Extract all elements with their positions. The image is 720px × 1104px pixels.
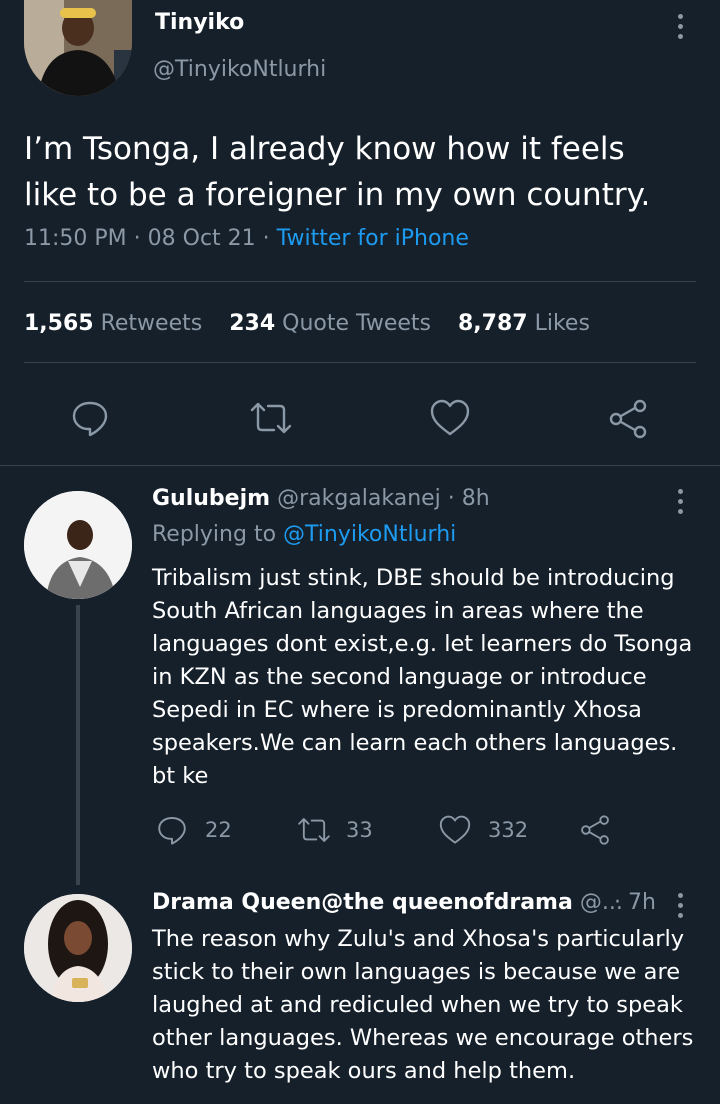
like-count: 332	[488, 818, 529, 842]
tweet-time: 11:50 PM	[24, 226, 127, 251]
tweet-source-link[interactable]: Twitter for iPhone	[277, 226, 469, 251]
reply-text-line: stick to their own languages is because …	[152, 959, 681, 985]
reply-text: The reason why Zulu's and Xhosa's partic…	[152, 923, 693, 1088]
reply-text-line: languages dont exist,e.g. let learners d…	[152, 631, 693, 657]
tweet-text-line: like to be a foreigner in my own country…	[24, 177, 651, 213]
reply-text-line: laughed at and rediculed when we try to …	[152, 992, 683, 1018]
retweets-stat[interactable]: 1,565 Retweets	[24, 311, 209, 336]
likes-stat[interactable]: 8,787 Likes	[458, 311, 590, 336]
reply-text-line: speakers.We can learn each others langua…	[152, 730, 678, 756]
reply-icon	[158, 817, 186, 845]
replying-to: Replying to @TinyikoNtlurhi	[152, 522, 456, 547]
like-icon[interactable]	[429, 399, 471, 437]
reply-action-like[interactable]: 332	[438, 813, 528, 847]
replying-to-label: Replying to	[152, 522, 277, 547]
reply-text-line: bt ke	[152, 763, 209, 789]
likes-count: 8,787	[457, 311, 528, 336]
reply-author-name[interactable]: Gulubejm	[152, 486, 270, 511]
replying-to-handle[interactable]: @TinyikoNtlurhi	[283, 522, 456, 547]
reply-header: Drama Queen@the queenofdrama @...	[152, 890, 623, 915]
reply-text-line: South African languages in areas where t…	[152, 598, 644, 624]
reply-text-line: who try to speak ours and help them.	[152, 1058, 576, 1084]
reply-text-line: Sepedi in EC where is predominantly Xhos…	[152, 697, 642, 723]
more-options-icon[interactable]	[677, 893, 683, 923]
quotes-label: Quote Tweets	[282, 311, 431, 336]
section-divider	[0, 465, 720, 466]
more-options-icon[interactable]	[677, 489, 683, 519]
tweet-date[interactable]: 08 Oct 21	[148, 226, 256, 251]
share-icon[interactable]	[579, 813, 611, 847]
meta-separator: ·	[133, 226, 141, 251]
retweet-count: 33	[346, 818, 373, 842]
divider	[24, 362, 696, 363]
likes-label: Likes	[534, 311, 590, 336]
reply-author-handle[interactable]: @rakgalakanej	[277, 486, 441, 511]
reply-count: 22	[205, 818, 232, 842]
tweet-text: I’m Tsonga, I already know how it feels …	[24, 126, 650, 218]
more-options-icon[interactable]	[677, 14, 683, 44]
reply-time[interactable]: · 8h	[448, 486, 490, 511]
reply-action-reply[interactable]: 22	[156, 813, 232, 847]
reply-icon[interactable]	[70, 398, 110, 438]
reply-avatar[interactable]	[24, 491, 132, 599]
share-icon[interactable]	[607, 398, 649, 440]
like-icon	[439, 815, 471, 844]
reply-text: Tribalism just stink, DBE should be intr…	[152, 562, 692, 793]
thread-line	[76, 605, 80, 885]
reply-author-name[interactable]: Drama Queen@the queenofdrama	[152, 890, 573, 915]
author-handle[interactable]: @TinyikoNtlurhi	[153, 57, 326, 82]
tweet-stats: 1,565 Retweets 234 Quote Tweets 8,787 Li…	[24, 311, 590, 336]
author-avatar[interactable]	[24, 0, 132, 96]
quotes-stat[interactable]: 234 Quote Tweets	[229, 311, 438, 336]
reply-text-line: in KZN as the second language or introdu…	[152, 664, 647, 690]
retweets-label: Retweets	[100, 311, 203, 336]
tweet-meta: 11:50 PM · 08 Oct 21 · Twitter for iPhon…	[24, 226, 469, 251]
reply-action-retweet[interactable]: 33	[296, 813, 373, 847]
retweets-count: 1,565	[24, 311, 94, 336]
reply-text-line: Tribalism just stink, DBE should be intr…	[152, 565, 675, 591]
reply-header: Gulubejm @rakgalakanej · 8h	[152, 486, 490, 511]
retweet-icon[interactable]	[248, 398, 294, 438]
author-name[interactable]: Tinyiko	[155, 10, 244, 35]
tweet-text-line: I’m Tsonga, I already know how it feels	[24, 131, 625, 167]
reply-text-line: The reason why Zulu's and Xhosa's partic…	[152, 926, 685, 952]
retweet-icon	[298, 818, 330, 842]
reply-text-line: other languages. Whereas we encourage ot…	[152, 1025, 694, 1051]
reply-time[interactable]: · 7h	[614, 890, 656, 915]
reply-avatar[interactable]	[24, 894, 132, 1002]
meta-separator: ·	[262, 226, 270, 251]
divider	[24, 281, 696, 282]
quotes-count: 234	[229, 311, 276, 336]
